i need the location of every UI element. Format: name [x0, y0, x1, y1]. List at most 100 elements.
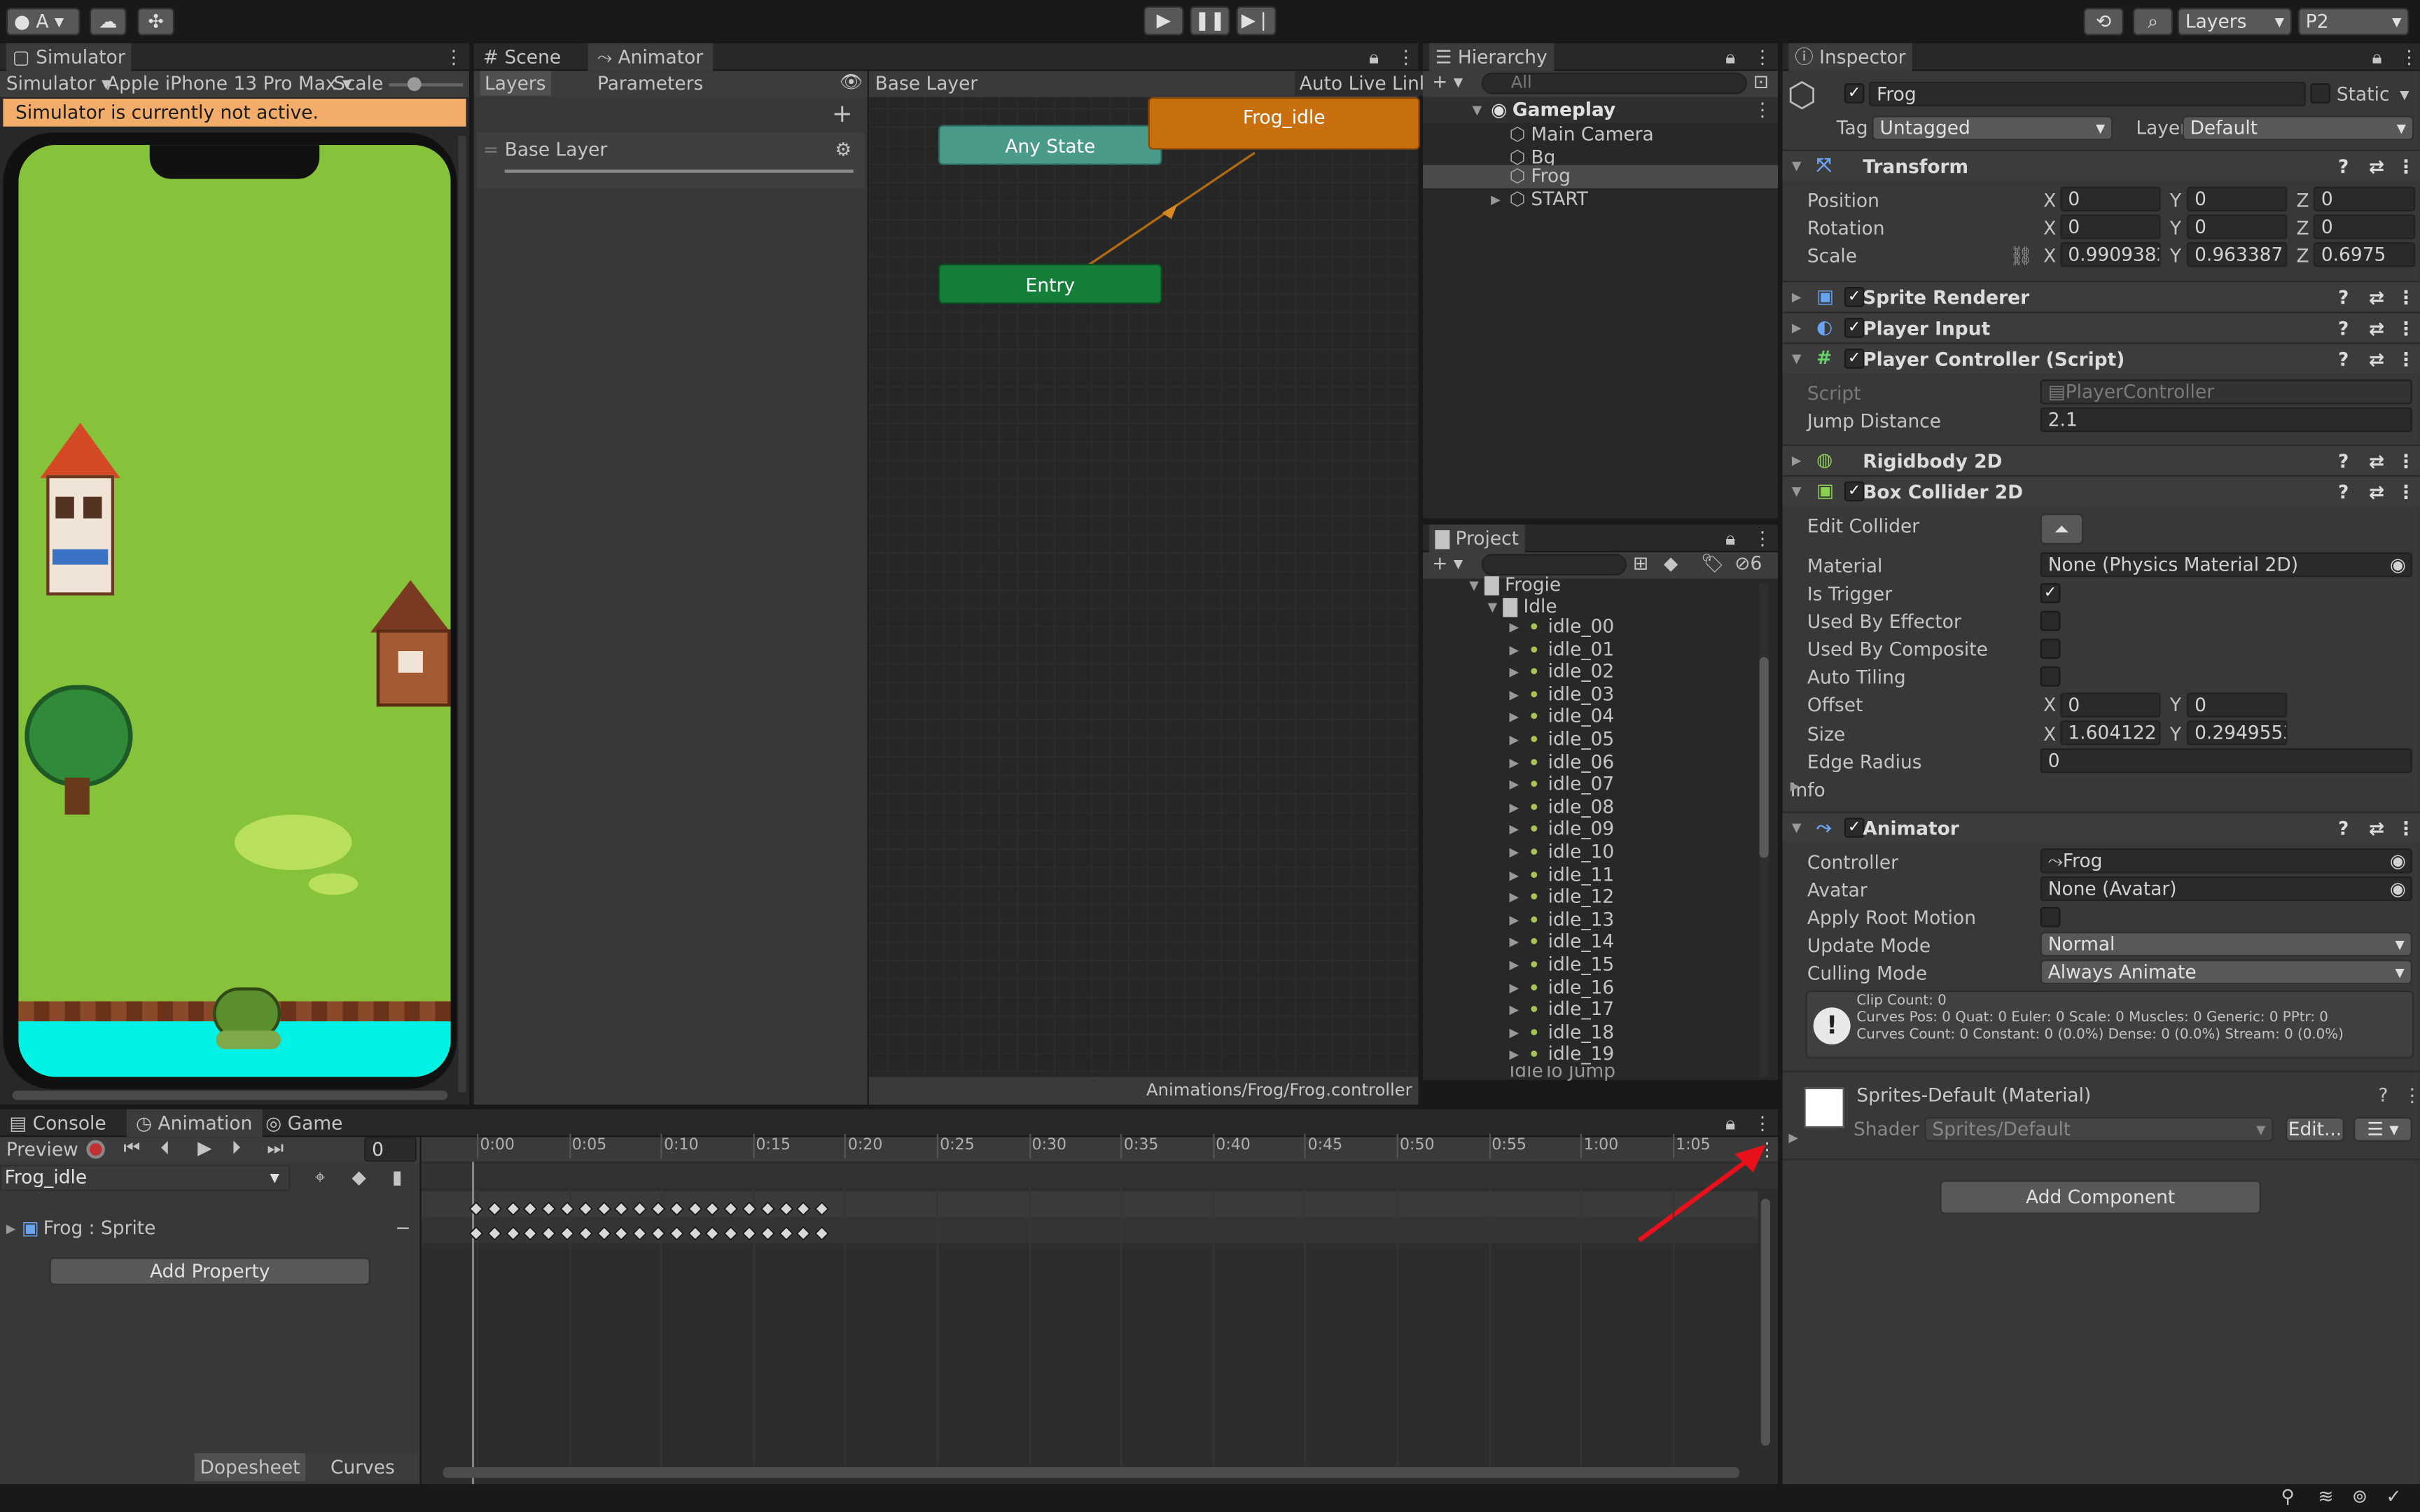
- offset-y-input[interactable]: 0: [2187, 692, 2288, 718]
- expand-arrow-icon[interactable]: ▶: [1510, 846, 1520, 860]
- player-controller-header[interactable]: ▼ # ✓ Player Controller (Script) ? ⇄ ⋮: [1782, 342, 2420, 374]
- more-menu-icon[interactable]: ⋮: [1753, 99, 1772, 120]
- expand-arrow-icon[interactable]: ▼: [1792, 821, 1802, 835]
- add-keyframe-icon[interactable]: ◆: [352, 1166, 366, 1188]
- material-field[interactable]: None (Physics Material 2D) ◉: [2040, 552, 2412, 578]
- layers-stack-icon[interactable]: ≋: [2318, 1485, 2333, 1507]
- record-button[interactable]: [86, 1140, 105, 1159]
- help-icon[interactable]: ?: [2338, 451, 2349, 472]
- transform-py-input[interactable]: 0: [2187, 186, 2288, 211]
- transform-sy-input[interactable]: 0.963387: [2187, 242, 2288, 267]
- presets-icon[interactable]: ⇄: [2369, 156, 2384, 178]
- more-menu-icon[interactable]: ⋮: [1753, 1110, 1772, 1138]
- tab-simulator[interactable]: ▢ Simulator: [6, 43, 132, 71]
- entry-node[interactable]: Entry: [938, 263, 1162, 304]
- layers-dropdown[interactable]: Layers ▾: [2177, 8, 2292, 36]
- project-search-input[interactable]: [1481, 554, 1627, 576]
- transform-rx-input[interactable]: 0: [2060, 214, 2161, 239]
- lock-icon[interactable]: 🔒︎: [1725, 43, 1735, 71]
- edit-collider-icon[interactable]: ⏶: [2040, 513, 2084, 545]
- add-icon[interactable]: + ▾: [1432, 71, 1463, 92]
- more-menu-icon[interactable]: ⋮: [2397, 287, 2415, 309]
- lock-icon[interactable]: 🔒︎: [1725, 524, 1735, 552]
- tab-animator[interactable]: ⤳ Animator: [587, 43, 713, 71]
- more-menu-icon[interactable]: ⋮: [1397, 43, 1415, 71]
- expand-arrow-icon[interactable]: ▶: [1790, 779, 1800, 793]
- hierarchy-item-selected[interactable]: ⬡ Frog: [1423, 164, 1779, 188]
- filter-label-icon[interactable]: ◆: [1664, 552, 1678, 574]
- project-item[interactable]: ▶ idle_09: [1423, 818, 1756, 840]
- timeline-ruler[interactable]: [421, 1137, 1779, 1162]
- tab-scene[interactable]: # Scene: [483, 43, 561, 71]
- expand-arrow-icon[interactable]: ▶: [1510, 755, 1520, 769]
- project-item[interactable]: ▶ idle_14: [1423, 931, 1756, 953]
- network-icon[interactable]: ⊚: [2352, 1485, 2367, 1507]
- add-component-button[interactable]: Add Component: [1940, 1180, 2261, 1214]
- help-icon[interactable]: ?: [2338, 156, 2349, 178]
- expand-arrow-icon[interactable]: ▼: [1488, 600, 1498, 614]
- frog-idle-node[interactable]: Frog_idle: [1148, 97, 1420, 150]
- lock-icon[interactable]: 🔒︎: [1369, 43, 1379, 71]
- expand-arrow-icon[interactable]: ▶: [1510, 710, 1520, 724]
- pause-button[interactable]: ❚❚: [1190, 6, 1230, 36]
- expand-arrow-icon[interactable]: ▼: [1473, 104, 1482, 118]
- sprite-renderer-header[interactable]: ▶ ▣ ✓ Sprite Renderer ? ⇄ ⋮: [1782, 281, 2420, 312]
- expand-arrow-icon[interactable]: ▼: [1792, 484, 1802, 498]
- dopesheet-tab[interactable]: Dopesheet: [194, 1453, 306, 1481]
- transform-px-input[interactable]: 0: [2060, 186, 2161, 211]
- animator-graph[interactable]: Base Layer Auto Live Link Any State Frog…: [868, 71, 1435, 1105]
- help-icon[interactable]: ?: [2338, 818, 2349, 839]
- folder-idle[interactable]: ▼ ▇ Idle: [1488, 596, 1557, 617]
- static-dropdown-icon[interactable]: ▾: [2400, 83, 2409, 105]
- dopesheet-area[interactable]: [421, 1137, 1779, 1485]
- transform-sx-input[interactable]: 0.9909382: [2060, 242, 2161, 267]
- tab-hierarchy[interactable]: ☰ Hierarchy: [1428, 43, 1554, 71]
- project-scrollbar[interactable]: [1759, 583, 1769, 1077]
- presets-icon[interactable]: ⇄: [2369, 482, 2384, 503]
- more-menu-icon[interactable]: ⋮: [2403, 1084, 2420, 1106]
- project-item[interactable]: ▶ idle_13: [1423, 909, 1756, 930]
- lock-icon[interactable]: 🔒︎: [1725, 1110, 1735, 1138]
- more-menu-icon[interactable]: ⋮: [2400, 43, 2418, 71]
- device-dropdown[interactable]: Apple iPhone 13 Pro Max ▾: [106, 73, 352, 94]
- rigidbody-header[interactable]: ▶ ◍ Rigidbody 2D ? ⇄ ⋮: [1782, 444, 2420, 475]
- more-menu-icon[interactable]: ⋮: [2397, 451, 2415, 472]
- project-item[interactable]: ▶ idle_05: [1423, 728, 1756, 750]
- project-item[interactable]: ▶ idle_06: [1423, 750, 1756, 772]
- add-icon[interactable]: + ▾: [1432, 552, 1463, 574]
- presets-icon[interactable]: ⇄: [2369, 349, 2384, 370]
- tag-icon[interactable]: 🏷︎: [1701, 552, 1725, 574]
- search-icon[interactable]: ⌕: [2132, 8, 2174, 36]
- transform-rz-input[interactable]: 0: [2313, 214, 2416, 239]
- expand-arrow-icon[interactable]: ▶: [1510, 913, 1520, 927]
- constrain-link-icon[interactable]: ⛓: [2010, 245, 2033, 267]
- expand-arrow-icon[interactable]: ▶: [1510, 1003, 1520, 1017]
- preview-button[interactable]: Preview: [3, 1137, 81, 1161]
- expand-arrow-icon[interactable]: ▶: [6, 1222, 16, 1236]
- add-event-icon[interactable]: ▮: [392, 1166, 403, 1188]
- jump-distance-input[interactable]: 2.1: [2040, 407, 2412, 433]
- expand-arrow-icon[interactable]: ▶: [1491, 193, 1501, 207]
- collab-icon[interactable]: ✣: [137, 8, 175, 36]
- enabled-checkbox[interactable]: ✓: [1844, 481, 1865, 502]
- parameters-tab[interactable]: Parameters: [551, 71, 703, 95]
- tab-project[interactable]: ▇ Project: [1428, 524, 1525, 553]
- edit-shader-button[interactable]: Edit...: [2286, 1116, 2344, 1142]
- box-collider-header[interactable]: ▼ ▣ ✓ Box Collider 2D ? ⇄ ⋮: [1782, 475, 2420, 506]
- expand-arrow-icon[interactable]: ▶: [1510, 733, 1520, 747]
- history-icon[interactable]: ⟲: [2083, 8, 2124, 36]
- object-picker-icon[interactable]: ◉: [2390, 850, 2406, 872]
- object-picker-icon[interactable]: ◉: [2390, 554, 2406, 575]
- auto-tiling-checkbox[interactable]: [2040, 666, 2061, 687]
- player-input-header[interactable]: ▶ ◐ ✓ Player Input ? ⇄ ⋮: [1782, 312, 2420, 343]
- filter-icon[interactable]: ⌖: [315, 1166, 326, 1189]
- gear-icon[interactable]: ⚙: [835, 139, 851, 160]
- expand-arrow-icon[interactable]: ▼: [1792, 159, 1802, 173]
- transform-header[interactable]: ▼ ⤧ Transform ? ⇄ ⋮: [1782, 149, 2420, 181]
- project-item[interactable]: ▶ idle_08: [1423, 796, 1756, 818]
- enabled-checkbox[interactable]: ✓: [1844, 286, 1865, 307]
- hidden-packages-icon[interactable]: ⊘6: [1734, 552, 1762, 574]
- help-icon[interactable]: ?: [2338, 349, 2349, 370]
- game-viewport[interactable]: [18, 145, 451, 1077]
- presets-icon[interactable]: ⇄: [2369, 318, 2384, 340]
